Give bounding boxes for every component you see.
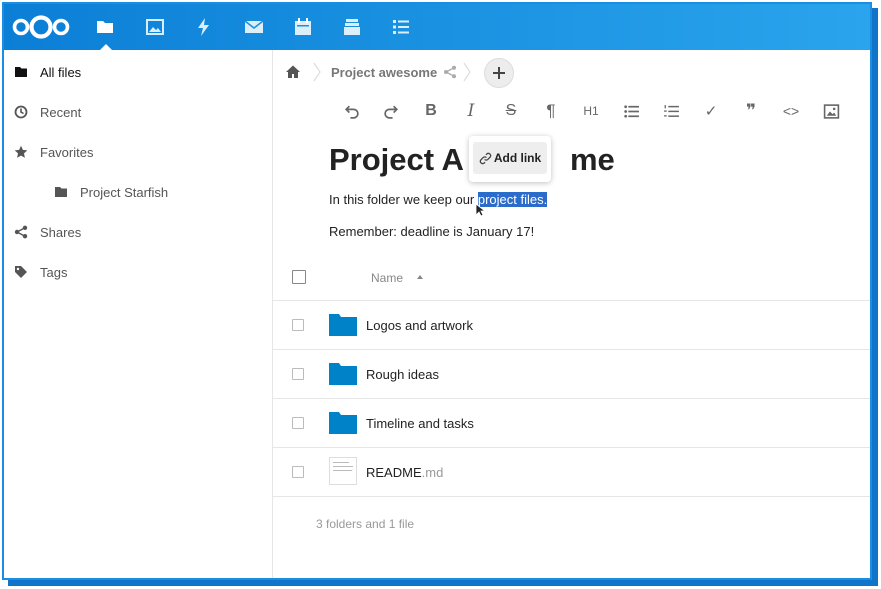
heading-button[interactable]: H1 <box>579 98 603 124</box>
sidebar-item-all-files[interactable]: All files <box>4 52 272 92</box>
undo-icon <box>344 105 359 119</box>
document-paragraph[interactable]: In this folder we keep our project files… <box>329 192 548 207</box>
sort-ascending-icon <box>417 275 423 279</box>
sidebar-item-label: Project Starfish <box>80 184 169 200</box>
file-name[interactable]: Rough ideas <box>366 367 439 382</box>
folder-icon <box>54 185 68 199</box>
new-button[interactable] <box>484 58 514 88</box>
app-window: All files Recent Favorites Project Starf… <box>2 2 872 580</box>
sidebar-item-shares[interactable]: Shares <box>4 212 272 252</box>
row-checkbox[interactable] <box>292 466 304 478</box>
file-list-summary: 3 folders and 1 file <box>316 517 415 531</box>
redo-icon <box>383 105 398 119</box>
share-icon <box>14 225 28 239</box>
files-app-icon[interactable] <box>82 4 128 50</box>
row-checkbox[interactable] <box>292 368 304 380</box>
document-paragraph[interactable]: Remember: deadline is January 17! <box>329 224 534 239</box>
table-row[interactable]: Logos and artwork <box>273 301 870 350</box>
file-name[interactable]: Logos and artwork <box>366 318 473 333</box>
bold-button[interactable]: B <box>419 98 443 124</box>
table-row[interactable]: Rough ideas <box>273 350 870 399</box>
link-icon <box>479 152 492 164</box>
sidebar-item-tags[interactable]: Tags <box>4 252 272 292</box>
row-checkbox[interactable] <box>292 319 304 331</box>
lightning-icon <box>198 18 209 36</box>
select-all-checkbox[interactable] <box>292 270 306 284</box>
plus-icon <box>493 67 505 79</box>
calendar-app-icon[interactable] <box>280 4 326 50</box>
list-icon <box>393 20 409 34</box>
table-row[interactable]: Timeline and tasks <box>273 399 870 448</box>
mail-app-icon[interactable] <box>231 4 277 50</box>
archive-icon <box>344 19 360 35</box>
activity-app-icon[interactable] <box>181 4 227 50</box>
folder-icon <box>97 21 113 33</box>
insert-image-button[interactable] <box>819 98 843 124</box>
main-content: Project awesome B I S ¶ H1 ✓ ❞ <> Projec… <box>273 50 870 578</box>
undo-button[interactable] <box>339 98 363 124</box>
chevron-right-icon <box>463 62 471 82</box>
italic-button[interactable]: I <box>459 98 483 124</box>
code-button[interactable]: <> <box>779 98 803 124</box>
sidebar-item-project-starfish[interactable]: Project Starfish <box>4 172 272 212</box>
image-icon <box>823 103 839 119</box>
breadcrumb-current[interactable]: Project awesome <box>331 65 437 80</box>
row-checkbox[interactable] <box>292 417 304 429</box>
checkbox-button[interactable]: ✓ <box>699 98 723 124</box>
breadcrumb: Project awesome <box>273 50 870 94</box>
sidebar-item-label: Shares <box>40 224 82 240</box>
folder-icon <box>14 65 28 79</box>
folder-icon <box>329 314 357 336</box>
star-icon <box>14 145 28 159</box>
chevron-right-icon <box>313 62 321 82</box>
sidebar-item-label: Favorites <box>40 144 94 160</box>
file-name[interactable]: README.md <box>366 465 443 480</box>
sidebar-item-label: Tags <box>40 264 68 280</box>
folder-icon <box>329 363 357 385</box>
document-thumbnail-icon <box>329 457 357 485</box>
sidebar-item-label: All files <box>40 64 82 80</box>
file-list-header: Name <box>273 254 870 301</box>
home-icon[interactable] <box>285 64 301 80</box>
image-icon <box>146 19 164 35</box>
file-name[interactable]: Timeline and tasks <box>366 416 474 431</box>
folder-icon <box>329 412 357 434</box>
link-popover: Add link <box>469 136 551 182</box>
mouse-cursor-icon <box>475 203 487 217</box>
paragraph-button[interactable]: ¶ <box>539 98 563 124</box>
clock-icon <box>14 105 28 119</box>
tag-icon <box>14 265 28 279</box>
calendar-icon <box>295 18 311 35</box>
sidebar-item-recent[interactable]: Recent <box>4 92 272 132</box>
table-row[interactable]: README.md <box>273 448 870 497</box>
mail-icon <box>244 20 264 33</box>
tasks-app-icon[interactable] <box>378 4 424 50</box>
photos-app-icon[interactable] <box>132 4 178 50</box>
share-icon[interactable] <box>443 65 457 79</box>
nextcloud-logo-icon[interactable] <box>12 14 70 40</box>
deck-app-icon[interactable] <box>329 4 375 50</box>
sidebar: All files Recent Favorites Project Starf… <box>4 50 273 578</box>
bullet-list-icon <box>623 104 639 118</box>
name-column-header[interactable]: Name <box>371 271 403 285</box>
sidebar-item-label: Recent <box>40 104 82 120</box>
bullet-list-button[interactable] <box>619 98 643 124</box>
ordered-list-button[interactable] <box>659 98 683 124</box>
strikethrough-button[interactable]: S <box>499 98 523 124</box>
selected-text: project files. <box>477 192 548 207</box>
top-bar <box>4 4 870 50</box>
quote-button[interactable]: ❞ <box>739 98 763 124</box>
sidebar-item-favorites[interactable]: Favorites <box>4 132 272 172</box>
redo-button[interactable] <box>379 98 403 124</box>
add-link-button[interactable]: Add link <box>473 142 547 174</box>
ordered-list-icon <box>663 104 679 117</box>
